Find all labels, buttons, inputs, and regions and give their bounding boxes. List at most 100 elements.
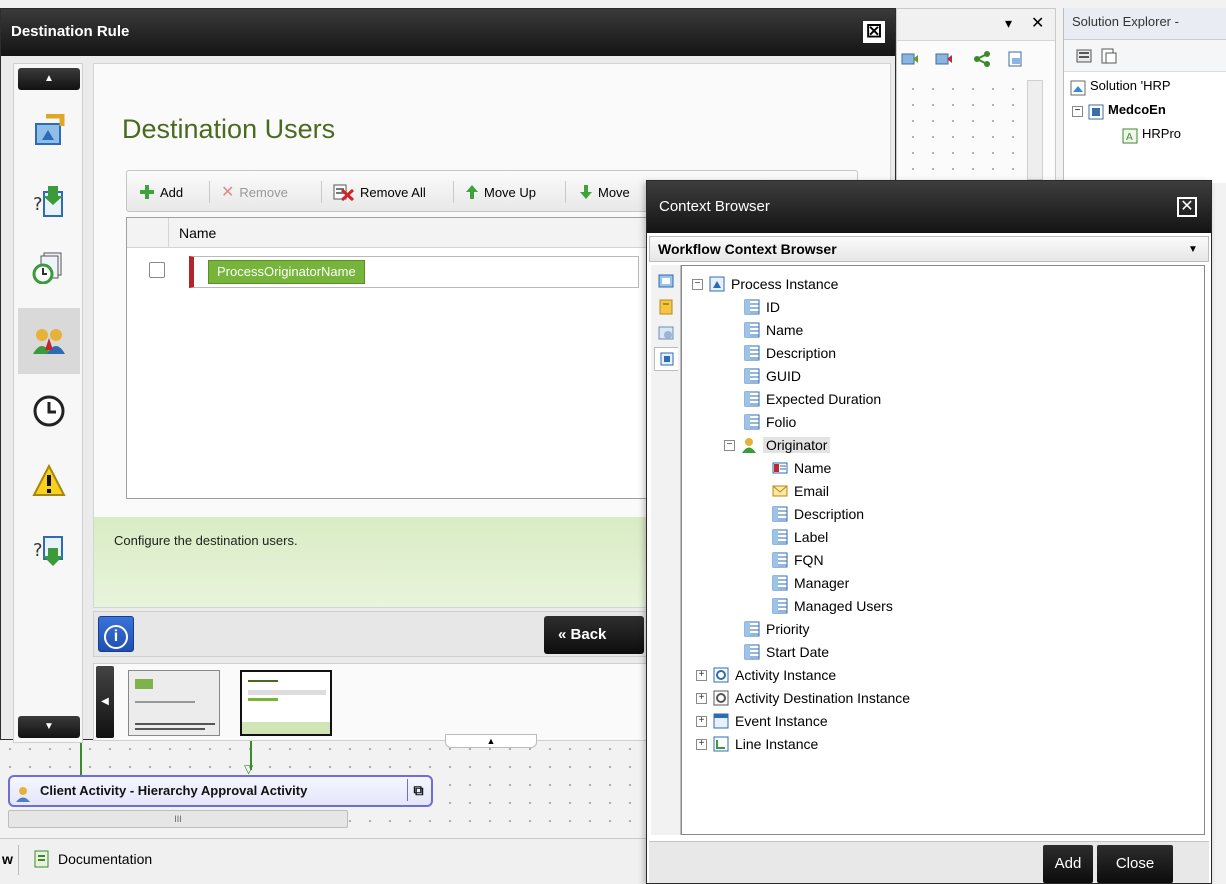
tree-leaf[interactable]: Priority: [744, 618, 810, 640]
tree-leaf[interactable]: GUID: [744, 365, 801, 387]
tree-node-event-instance[interactable]: + Event Instance: [696, 710, 828, 732]
action-icon[interactable]: [935, 51, 953, 67]
window-titlebar[interactable]: Destination Rule: [1, 9, 895, 56]
row-checkbox[interactable]: [149, 262, 165, 278]
tab-workflow-context[interactable]: [654, 347, 678, 371]
tree-leaf[interactable]: Expected Duration: [744, 388, 881, 410]
tree-node-process-instance[interactable]: − Process Instance: [692, 273, 838, 295]
dropdown-arrow-icon[interactable]: ▾: [1005, 15, 1012, 32]
tree-node-line-instance[interactable]: + Line Instance: [696, 733, 818, 755]
move-up-button[interactable]: Move Up: [465, 181, 536, 203]
close-icon[interactable]: ✕: [1031, 13, 1044, 33]
maximize-icon[interactable]: ⧉: [407, 779, 429, 801]
tree-leaf-label: FQN: [794, 552, 824, 568]
tree-node-label: Activity Instance: [735, 667, 837, 683]
collapse-icon[interactable]: −: [692, 278, 703, 290]
window-titlebar[interactable]: Context Browser: [647, 181, 1211, 233]
properties-icon[interactable]: [1076, 48, 1094, 64]
properties-icon[interactable]: [1007, 51, 1025, 67]
grid-select-column: [127, 218, 169, 248]
tree-leaf[interactable]: Managed Users: [772, 595, 893, 617]
tree-leaf[interactable]: Start Date: [744, 641, 829, 663]
thumbnail-page-current[interactable]: [240, 670, 332, 736]
toolbar-separator: [321, 181, 322, 203]
scroll-down-button[interactable]: ▼: [18, 716, 80, 738]
tab-user-browser[interactable]: [654, 321, 678, 345]
thumbnail-page[interactable]: [128, 670, 220, 736]
tab-partial[interactable]: w: [2, 851, 13, 867]
tree-leaf[interactable]: Name: [772, 457, 831, 479]
tree-leaf[interactable]: Folio: [744, 411, 796, 433]
field-token[interactable]: ProcessOriginatorName: [208, 260, 365, 284]
nav-step-finish-icon[interactable]: ?: [18, 518, 80, 584]
collapse-icon[interactable]: −: [724, 439, 735, 451]
tree-leaf-label: Description: [794, 506, 865, 522]
tree-item-solution[interactable]: Solution 'HRP: [1064, 78, 1226, 98]
tree-leaf[interactable]: Description: [744, 342, 836, 364]
chevron-down-icon: ▼: [1188, 244, 1198, 255]
tab-documentation[interactable]: Documentation: [30, 847, 152, 871]
tree-leaf[interactable]: FQN: [772, 549, 824, 571]
browser-select[interactable]: Workflow Context Browser ▼: [649, 236, 1209, 262]
show-files-icon[interactable]: [1100, 48, 1118, 64]
close-dialog-button[interactable]: Close: [1097, 845, 1173, 883]
action-icon[interactable]: [901, 51, 919, 67]
field-icon: [772, 575, 788, 591]
tree-leaf[interactable]: Description: [772, 503, 864, 525]
page-title: Destination Users: [122, 114, 336, 144]
nav-step-destination-users-icon[interactable]: [18, 308, 80, 374]
vertical-scrollbar[interactable]: [1027, 80, 1043, 180]
field-icon: [772, 598, 788, 614]
close-button[interactable]: ⊠: [863, 21, 885, 43]
tree-item-project[interactable]: − MedcoEn: [1064, 102, 1226, 122]
expand-icon[interactable]: +: [696, 738, 707, 750]
tree-leaf-label: Name: [766, 322, 804, 338]
info-button[interactable]: i: [98, 616, 134, 652]
expand-icon[interactable]: +: [696, 715, 707, 727]
thumbnails-prev-button[interactable]: ◀: [96, 666, 114, 738]
tree-leaf[interactable]: Name: [744, 319, 803, 341]
move-down-button[interactable]: Move: [579, 181, 630, 203]
nav-step-process-icon[interactable]: [18, 98, 80, 164]
scroll-grip: III: [174, 814, 182, 824]
tree-leaf-label: Start Date: [766, 644, 830, 660]
horizontal-scrollbar[interactable]: III: [8, 810, 348, 828]
expand-icon[interactable]: +: [696, 692, 707, 704]
add-button[interactable]: Add: [1043, 845, 1093, 883]
activity-node[interactable]: Client Activity - Hierarchy Approval Act…: [8, 775, 433, 807]
email-icon: [772, 485, 788, 497]
move-down-button-label: Move: [598, 184, 630, 200]
users-browser-icon: [658, 326, 674, 340]
tree-item-process[interactable]: A HRPro: [1064, 126, 1226, 146]
remove-all-button[interactable]: Remove All: [333, 181, 426, 203]
tab-environment[interactable]: [654, 269, 678, 293]
tree-node-activity-instance[interactable]: + Activity Instance: [696, 664, 836, 686]
expand-icon[interactable]: +: [696, 669, 707, 681]
arrow-up-icon: [466, 185, 478, 199]
add-button[interactable]: Add: [139, 181, 183, 203]
tree-node-originator[interactable]: − Originator: [724, 434, 831, 456]
tree-leaf[interactable]: ID: [744, 296, 780, 318]
nav-step-escalation-clock-icon[interactable]: [18, 378, 80, 444]
panel-collapse-handle[interactable]: ▲: [445, 734, 537, 748]
table-row[interactable]: ProcessOriginatorName: [189, 256, 639, 288]
collapse-icon[interactable]: −: [1072, 106, 1083, 117]
scroll-up-button[interactable]: ▲: [18, 68, 80, 90]
tree-item-label: HRPro: [1142, 126, 1182, 141]
remove-button[interactable]: ✕ Remove: [221, 181, 288, 203]
tree-leaf[interactable]: Label: [772, 526, 828, 548]
user-icon: [16, 787, 30, 802]
column-header-name[interactable]: Name: [179, 225, 216, 241]
nav-step-rule-icon[interactable]: ?: [18, 168, 80, 234]
tree-node-activity-destination-instance[interactable]: + Activity Destination Instance: [696, 687, 910, 709]
close-button[interactable]: ✕: [1177, 197, 1197, 217]
tree-leaf[interactable]: Email: [772, 480, 829, 502]
back-button[interactable]: « Back: [544, 616, 644, 654]
tab-objects[interactable]: [654, 295, 678, 319]
field-icon: [744, 621, 760, 637]
share-icon[interactable]: [973, 51, 991, 67]
nav-step-clock-pages-icon[interactable]: [18, 234, 80, 300]
grid-dots: [903, 81, 1033, 181]
nav-step-warning-icon[interactable]: [18, 448, 80, 514]
tree-leaf[interactable]: Manager: [772, 572, 849, 594]
